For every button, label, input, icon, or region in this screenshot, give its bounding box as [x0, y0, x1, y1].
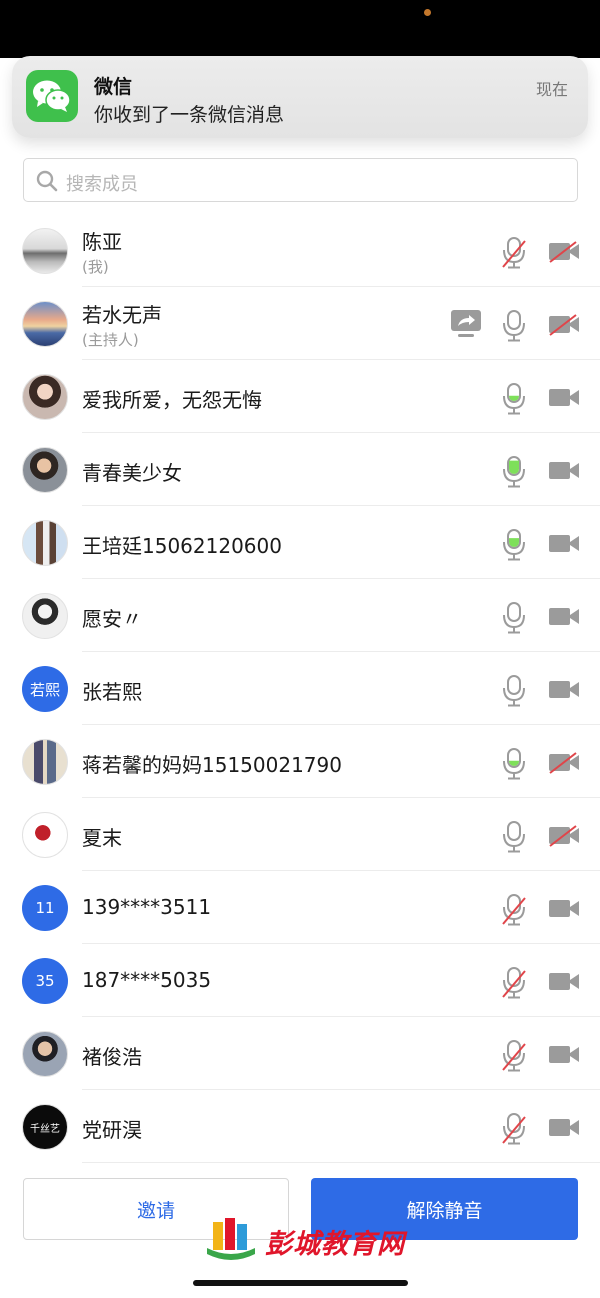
camera-icon[interactable] [548, 605, 580, 633]
member-row[interactable]: 35 187****5035 [0, 944, 600, 1017]
member-row[interactable]: 王培廷15062120600 [0, 506, 600, 579]
microphone-icon[interactable] [500, 528, 528, 566]
wechat-notification-banner[interactable]: 微信 你收到了一条微信消息 现在 [12, 56, 588, 138]
member-row[interactable]: 夏末 [0, 798, 600, 871]
microphone-muted-icon[interactable] [500, 966, 528, 1004]
member-avatar [22, 228, 68, 274]
notification-time: 现在 [535, 80, 568, 99]
member-row[interactable]: 若水无声 (主持人) [0, 287, 600, 360]
member-name: 陈亚 [82, 230, 122, 254]
camera-indicator [424, 9, 431, 16]
member-avatar [22, 593, 68, 639]
row-divider [82, 1162, 600, 1163]
avatar-logo-text: 千丝艺 [30, 1124, 60, 1135]
camera-icon[interactable] [548, 532, 580, 560]
member-avatar: 11 [22, 885, 68, 931]
search-members-input[interactable]: 搜索成员 [23, 158, 578, 202]
member-row[interactable]: 11 139****3511 [0, 871, 600, 944]
member-name: 党研淏 [82, 1118, 142, 1142]
microphone-icon[interactable] [500, 747, 528, 785]
wechat-app-icon [26, 70, 78, 122]
camera-off-icon[interactable] [548, 824, 580, 852]
member-name: 青春美少女 [82, 461, 182, 485]
camera-off-icon[interactable] [548, 313, 580, 341]
camera-icon[interactable] [548, 1043, 580, 1071]
microphone-muted-icon[interactable] [500, 893, 528, 931]
camera-icon[interactable] [548, 1116, 580, 1144]
microphone-icon[interactable] [500, 309, 528, 347]
member-avatar [22, 739, 68, 785]
member-row[interactable]: 爱我所爱，无怨无悔 [0, 360, 600, 433]
member-avatar [22, 520, 68, 566]
member-avatar: 35 [22, 958, 68, 1004]
notification-message: 你收到了一条微信消息 [94, 104, 285, 126]
notification-app-name: 微信 [94, 76, 133, 98]
camera-icon[interactable] [548, 970, 580, 998]
member-avatar [22, 1031, 68, 1077]
member-role: (我) [82, 258, 109, 276]
camera-off-icon[interactable] [548, 240, 580, 268]
member-avatar: 千丝艺 [22, 1104, 68, 1150]
member-row[interactable]: 陈亚 (我) [0, 214, 600, 287]
member-role: (主持人) [82, 331, 139, 349]
member-row[interactable]: 青春美少女 [0, 433, 600, 506]
camera-off-icon[interactable] [548, 751, 580, 779]
member-row[interactable]: 若熙 张若熙 [0, 652, 600, 725]
member-avatar [22, 447, 68, 493]
camera-icon[interactable] [548, 678, 580, 706]
member-name: 若水无声 [82, 303, 162, 327]
search-placeholder: 搜索成员 [66, 174, 138, 195]
camera-icon[interactable] [548, 897, 580, 925]
microphone-icon[interactable] [500, 455, 528, 493]
member-row[interactable]: 千丝艺 党研淏 [0, 1090, 600, 1163]
screen-share-icon[interactable] [450, 309, 482, 343]
home-indicator[interactable] [193, 1280, 408, 1286]
microphone-icon[interactable] [500, 382, 528, 420]
member-name: 愿安〃 [82, 607, 142, 631]
member-name: 187****5035 [82, 968, 212, 992]
member-row[interactable]: 愿安〃 [0, 579, 600, 652]
member-name: 褚俊浩 [82, 1045, 142, 1069]
microphone-muted-icon[interactable] [500, 1112, 528, 1150]
site-watermark: 彭城教育网 [205, 1216, 405, 1266]
camera-icon[interactable] [548, 386, 580, 414]
member-name: 139****3511 [82, 895, 212, 919]
member-row[interactable]: 蒋若馨的妈妈15150021790 [0, 725, 600, 798]
member-row[interactable]: 褚俊浩 [0, 1017, 600, 1090]
microphone-icon[interactable] [500, 601, 528, 639]
status-bar [0, 0, 600, 58]
camera-icon[interactable] [548, 459, 580, 487]
member-avatar [22, 301, 68, 347]
watermark-text: 彭城教育网 [265, 1228, 405, 1260]
member-name: 王培廷15062120600 [82, 534, 282, 558]
microphone-icon[interactable] [500, 820, 528, 858]
member-name: 张若熙 [82, 680, 142, 704]
microphone-icon[interactable] [500, 674, 528, 712]
books-logo-icon [207, 1218, 255, 1260]
microphone-muted-icon[interactable] [500, 1039, 528, 1077]
member-avatar [22, 374, 68, 420]
member-name: 夏末 [82, 826, 122, 850]
member-avatar [22, 812, 68, 858]
member-avatar: 若熙 [22, 666, 68, 712]
member-name: 爱我所爱，无怨无悔 [82, 388, 262, 412]
member-name: 蒋若馨的妈妈15150021790 [82, 753, 342, 777]
search-icon [36, 170, 58, 192]
microphone-muted-icon[interactable] [500, 236, 528, 274]
